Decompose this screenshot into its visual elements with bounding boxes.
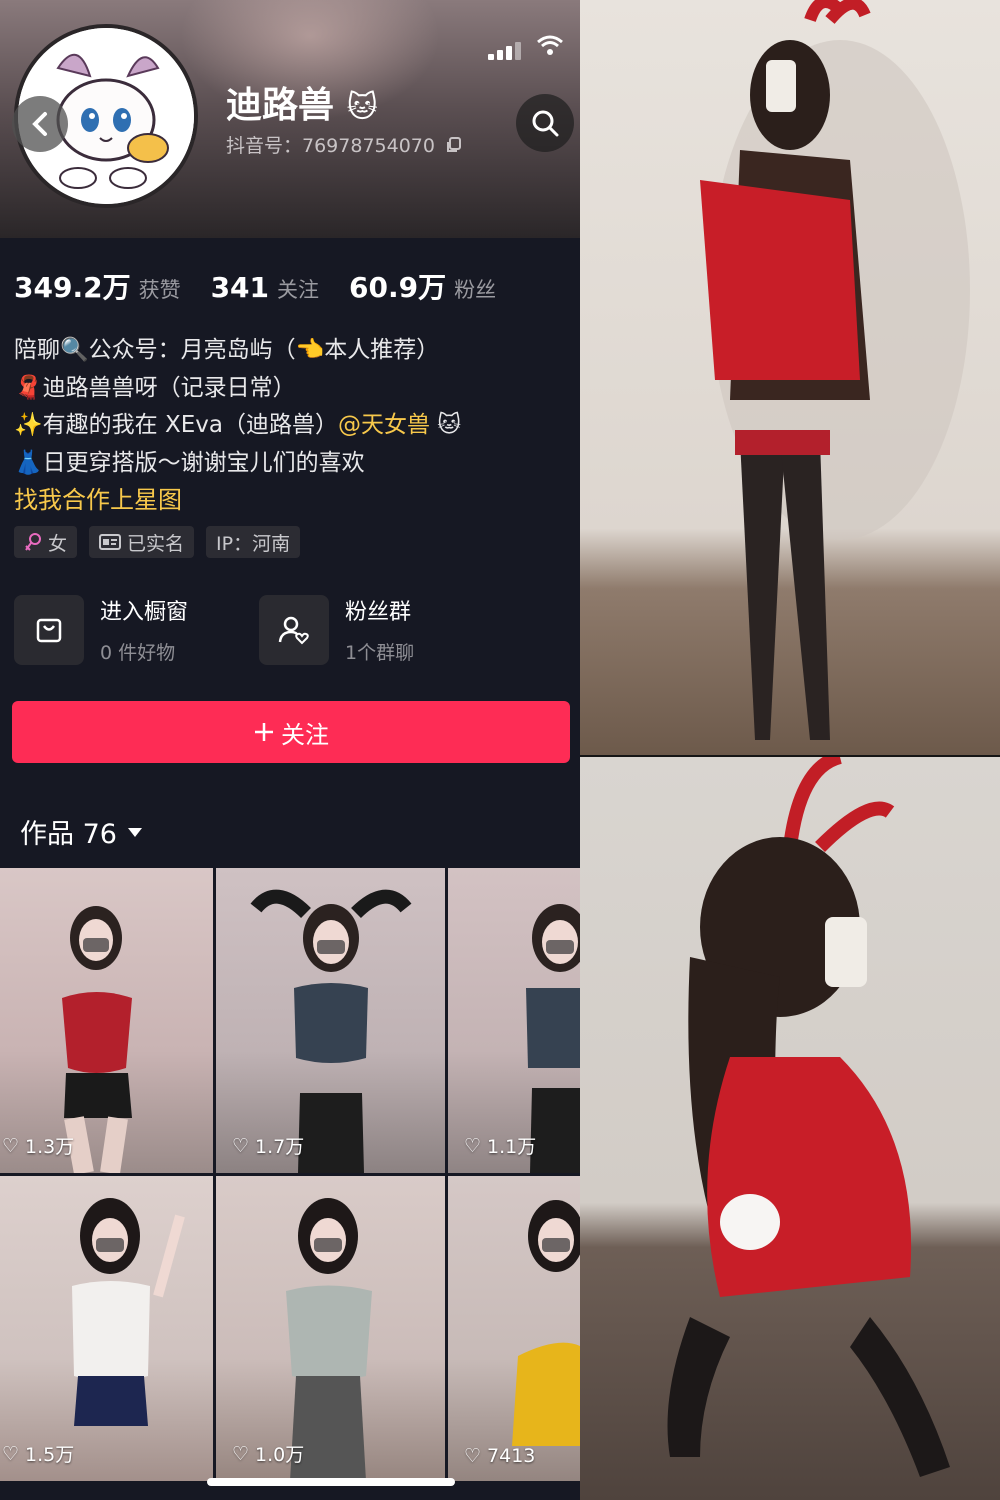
shortcut-subtitle: 0 件好物 bbox=[100, 642, 176, 664]
profile-tags: 女 已实名 IP：河南 bbox=[14, 526, 301, 558]
works-tab-label: 作品 76 bbox=[20, 819, 117, 850]
bio-line: ✨有趣的我在 XEva（迪路兽）@天女兽 🐱 bbox=[14, 407, 461, 445]
copy-icon[interactable] bbox=[445, 136, 463, 154]
female-icon bbox=[25, 533, 41, 551]
like-count: ♡ 1.7万 bbox=[232, 1132, 304, 1159]
shortcut-subtitle: 1个群聊 bbox=[345, 642, 415, 664]
home-indicator bbox=[207, 1478, 455, 1486]
like-count-value: 1.7万 bbox=[255, 1136, 305, 1158]
tag-gender: 女 bbox=[14, 526, 78, 558]
video-thumbnail[interactable]: ♡ 1.3万 bbox=[0, 868, 213, 1173]
profile-stats: 349.2万 获赞 341 关注 60.9万 粉丝 bbox=[14, 266, 496, 306]
bio-line: 🧣迪路兽兽呀（记录日常） bbox=[14, 374, 296, 401]
video-thumbnail[interactable]: ♡ 1.1万 bbox=[448, 868, 580, 1173]
back-button[interactable] bbox=[12, 96, 68, 152]
mention-link[interactable]: @天女兽 bbox=[338, 412, 430, 438]
heart-icon: ♡ bbox=[2, 1134, 20, 1157]
id-card-icon bbox=[99, 534, 122, 550]
collaboration-link[interactable]: 找我合作上星图 bbox=[14, 482, 461, 520]
tab-works[interactable]: 作品 76 bbox=[20, 812, 143, 851]
wifi-icon bbox=[536, 34, 564, 60]
profile-shortcuts: 进入橱窗 0 件好物 粉丝群 1个群聊 bbox=[14, 594, 504, 665]
profile-bio: 陪聊🔍公众号：月亮岛屿（👈本人推荐） 🧣迪路兽兽呀（记录日常） ✨有趣的我在 X… bbox=[14, 332, 461, 520]
video-thumbnail[interactable]: ♡ 1.5万 bbox=[0, 1176, 213, 1481]
stat-value: 341 bbox=[210, 271, 270, 304]
shop-bag-icon bbox=[14, 594, 84, 665]
shortcut-title: 粉丝群 bbox=[345, 600, 412, 625]
stat-label: 粉丝 bbox=[454, 278, 497, 302]
heart-icon: ♡ bbox=[464, 1445, 482, 1467]
signal-icon bbox=[488, 42, 524, 60]
bio-text: ✨有趣的我在 XEva（迪路兽） bbox=[14, 412, 338, 438]
like-count: ♡ 1.0万 bbox=[232, 1440, 304, 1467]
tag-label: 已实名 bbox=[127, 532, 185, 555]
like-count-value: 1.3万 bbox=[25, 1136, 75, 1158]
stat-label: 关注 bbox=[277, 278, 320, 302]
cat-emoji-icon: 🐱 bbox=[346, 90, 378, 125]
heart-icon: ♡ bbox=[2, 1442, 20, 1465]
like-count-value: 1.5万 bbox=[25, 1444, 75, 1466]
like-count: ♡ 1.1万 bbox=[464, 1132, 536, 1159]
video-thumbnail[interactable]: ♡ 1.7万 bbox=[216, 868, 445, 1173]
status-bar bbox=[488, 34, 564, 60]
bio-line: 陪聊🔍公众号：月亮岛屿（👈本人推荐） bbox=[14, 337, 440, 363]
stat-label: 获赞 bbox=[138, 278, 181, 302]
stat-likes[interactable]: 349.2万 获赞 bbox=[14, 266, 181, 306]
stat-value: 349.2万 bbox=[14, 271, 131, 304]
stat-followers[interactable]: 60.9万 粉丝 bbox=[349, 266, 496, 306]
like-count-value: 7413 bbox=[487, 1445, 536, 1467]
fan-group-icon bbox=[259, 594, 329, 665]
like-count: ♡ 7413 bbox=[464, 1445, 535, 1467]
tag-verified: 已实名 bbox=[89, 526, 195, 558]
tag-label: IP：河南 bbox=[216, 532, 291, 555]
fan-group-shortcut[interactable]: 粉丝群 1个群聊 bbox=[259, 594, 504, 665]
tag-ip-location: IP：河南 bbox=[206, 526, 301, 558]
username-text: 迪路兽 bbox=[226, 85, 335, 126]
plus-icon bbox=[255, 723, 273, 741]
tag-label: 女 bbox=[48, 532, 68, 555]
video-thumbnail[interactable]: ♡ 1.0万 bbox=[216, 1176, 445, 1481]
chevron-left-icon bbox=[32, 112, 47, 136]
username: 迪路兽 🐱 bbox=[226, 76, 378, 128]
stat-value: 60.9万 bbox=[349, 271, 447, 304]
stat-following[interactable]: 341 关注 bbox=[211, 271, 319, 304]
shortcut-title: 进入橱窗 bbox=[100, 600, 189, 625]
bio-line: 👗日更穿搭版～谢谢宝儿们的喜欢 bbox=[14, 449, 365, 476]
caret-down-icon bbox=[127, 827, 142, 837]
bio-emoji: 🐱 bbox=[437, 412, 462, 438]
photo-standing bbox=[580, 0, 1000, 755]
search-icon bbox=[532, 110, 559, 137]
follow-button[interactable]: 关注 bbox=[12, 701, 570, 763]
video-thumbnail[interactable]: ♡ 7413 bbox=[448, 1176, 580, 1481]
like-count-value: 1.1万 bbox=[487, 1136, 537, 1158]
follow-button-label: 关注 bbox=[281, 720, 329, 749]
douyin-id-text: 抖音号：76978754070 bbox=[226, 135, 435, 157]
shop-window-shortcut[interactable]: 进入橱窗 0 件好物 bbox=[14, 594, 259, 665]
like-count: ♡ 1.5万 bbox=[2, 1440, 74, 1467]
photo-kneeling bbox=[580, 757, 1000, 1500]
like-count-value: 1.0万 bbox=[255, 1444, 305, 1466]
like-count: ♡ 1.3万 bbox=[2, 1132, 74, 1159]
profile-screen: 迪路兽 🐱 抖音号：76978754070 349.2万 获赞 341 关注 60.… bbox=[0, 0, 580, 1500]
heart-icon: ♡ bbox=[232, 1442, 250, 1465]
heart-icon: ♡ bbox=[232, 1134, 250, 1157]
video-grid: ♡ 1.3万 ♡ 1.7万 ♡ 1.1万 ♡ 1.5万 ♡ 1.0万 ♡ 7413 bbox=[0, 868, 580, 1500]
search-button[interactable] bbox=[516, 94, 574, 152]
douyin-id[interactable]: 抖音号：76978754070 bbox=[226, 131, 463, 158]
heart-icon: ♡ bbox=[464, 1134, 482, 1157]
